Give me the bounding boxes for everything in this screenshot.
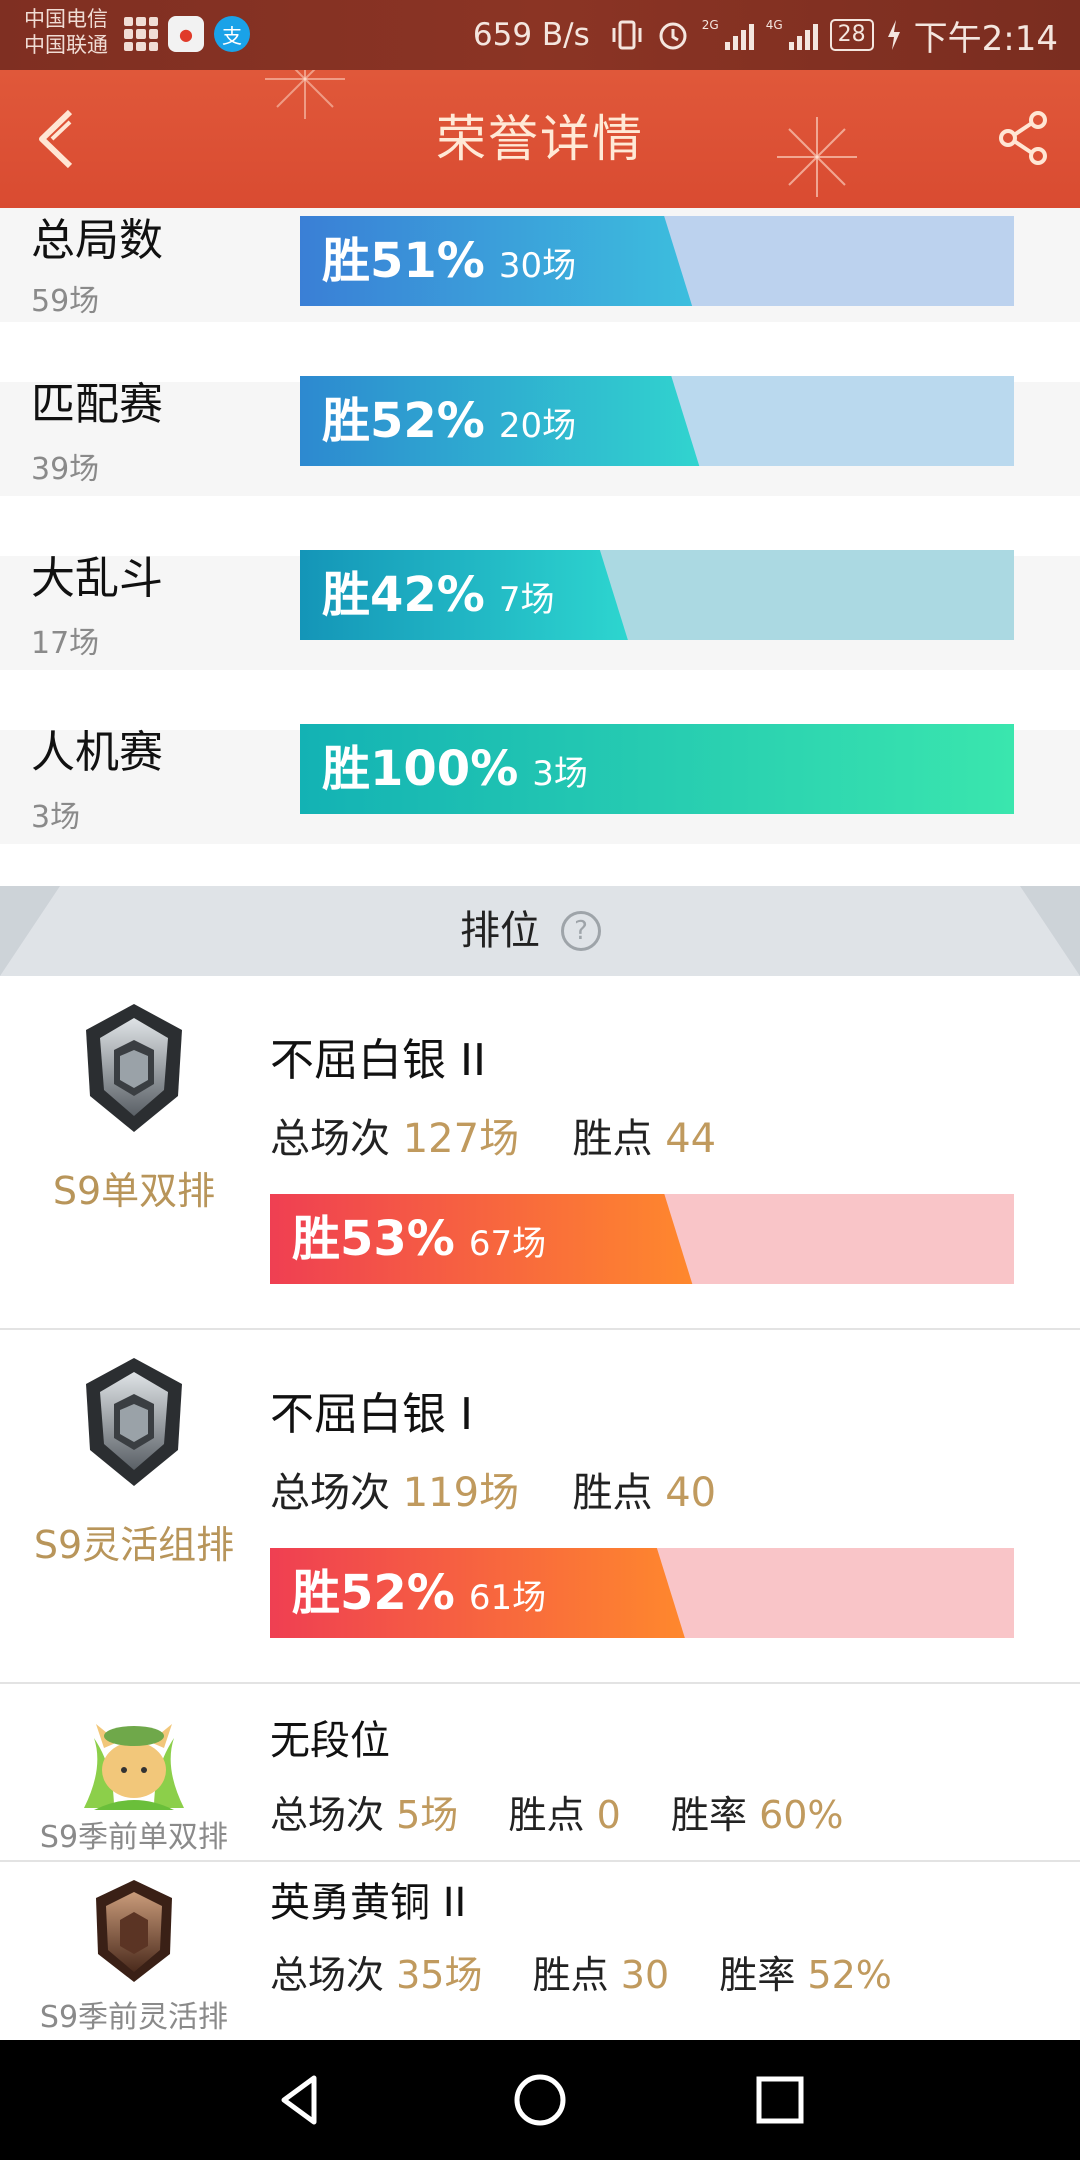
net-speed: 659 B/s xyxy=(472,17,590,53)
status-bar: 中国电信 中国联通 ● 支 659 B/s 2G 4G 28 下午2:14 xyxy=(0,0,1080,70)
rank-stats-line: 总场次 119场 胜点 40 xyxy=(270,1470,717,1516)
stat-row: 匹配赛 39场 胜52% 20场 xyxy=(0,376,1080,496)
network-type-1: 2G xyxy=(701,18,719,32)
rank-block-preseason-solo[interactable]: S9季前单双排 无段位 总场次 5场 胜点 0 胜率 60% xyxy=(0,1684,1080,1862)
rank-block-flex[interactable]: S9灵活组排 不屈白银 I 总场次 119场 胜点 40 胜52% 61场 xyxy=(0,1330,1080,1684)
network-type-2: 4G xyxy=(765,18,783,32)
mode-label: 大乱斗 xyxy=(31,553,163,604)
app-notification-icon: ● xyxy=(168,16,204,52)
home-circle-icon[interactable] xyxy=(510,2070,570,2130)
rank-stats-line: 总场次 35场 胜点 30 胜率 52% xyxy=(270,1953,892,1997)
signal-icon xyxy=(788,20,818,50)
ranked-section-header: 排位 ? xyxy=(0,886,1080,976)
help-icon[interactable]: ? xyxy=(561,911,601,951)
stat-row: 总局数 59场 胜51% 30场 xyxy=(0,208,1080,322)
rank-stats-line: 总场次 127场 胜点 44 xyxy=(270,1116,717,1162)
alarm-icon xyxy=(659,22,687,50)
silver-rank-emblem-icon xyxy=(86,1004,182,1132)
charging-icon xyxy=(887,20,900,50)
signal-icon xyxy=(724,20,754,50)
rank-block-preseason-flex[interactable]: S9季前灵活排 英勇黄铜 II 总场次 35场 胜点 30 胜率 52% xyxy=(0,1862,1080,2040)
win-rate: 52% xyxy=(807,1953,892,1997)
games-count: 3场 xyxy=(31,800,81,835)
recents-square-icon[interactable] xyxy=(750,2070,810,2130)
win-count: 7场 xyxy=(498,580,555,620)
win-percent: 胜100% xyxy=(322,741,519,797)
status-indicators: 659 B/s 2G 4G 28 下午2:14 xyxy=(473,0,1058,70)
season-label: S9季前灵活排 xyxy=(39,2000,229,2035)
win-points: 0 xyxy=(596,1793,621,1837)
stat-row: 人机赛 3场 胜100% 3场 xyxy=(0,724,1080,844)
win-points: 40 xyxy=(665,1470,717,1516)
total-games: 119场 xyxy=(402,1470,520,1516)
back-triangle-icon[interactable] xyxy=(270,2070,330,2130)
win-count: 67场 xyxy=(468,1224,547,1264)
mode-label: 总局数 xyxy=(31,215,163,266)
win-count: 3场 xyxy=(532,754,588,794)
total-games: 35场 xyxy=(396,1953,483,1997)
win-rate: 60% xyxy=(759,1793,844,1837)
win-percent: 胜52% xyxy=(322,393,485,449)
clock: 下午2:14 xyxy=(913,18,1058,59)
mode-label: 人机赛 xyxy=(31,727,163,778)
system-nav-bar xyxy=(0,2040,1080,2160)
win-count: 30场 xyxy=(498,246,577,286)
win-rate-bar: 胜52% 61场 xyxy=(270,1548,1014,1638)
win-percent: 胜52% xyxy=(292,1565,455,1621)
win-rate-bar: 胜100% 3场 xyxy=(300,724,1014,814)
win-rate-bar: 胜42% 7场 xyxy=(300,550,1014,640)
win-points: 30 xyxy=(620,1953,670,1997)
notification-icons: ● 支 xyxy=(124,16,250,52)
stat-row: 大乱斗 17场 胜42% 7场 xyxy=(0,550,1080,670)
win-percent: 胜51% xyxy=(322,233,485,289)
win-rate-bar: 胜53% 67场 xyxy=(270,1194,1014,1284)
win-rate-bar: 胜52% 20场 xyxy=(300,376,1014,466)
page-title: 荣誉详情 xyxy=(436,110,644,168)
win-rate-bar: 胜51% 30场 xyxy=(300,216,1014,306)
games-count: 17场 xyxy=(31,626,100,661)
app-grid-icon xyxy=(124,17,158,51)
win-count: 20场 xyxy=(498,406,577,446)
win-count: 61场 xyxy=(468,1578,547,1618)
rank-name: 英勇黄铜 II xyxy=(270,1880,467,1926)
win-percent: 胜53% xyxy=(292,1211,455,1267)
season-label: S9季前单双排 xyxy=(39,1820,229,1855)
season-label: S9单双排 xyxy=(52,1169,216,1213)
rank-name: 不屈白银 I xyxy=(270,1389,473,1440)
carrier-2: 中国联通 xyxy=(24,33,108,57)
rank-block-solo[interactable]: S9单双排 不屈白银 II 总场次 127场 胜点 44 胜53% 67场 xyxy=(0,976,1080,1330)
carrier-info: 中国电信 中国联通 xyxy=(24,6,108,58)
carrier-1: 中国电信 xyxy=(24,7,108,31)
rank-stats-line: 总场次 5场 胜点 0 胜率 60% xyxy=(270,1793,844,1837)
silver-rank-emblem-icon xyxy=(86,1358,182,1486)
bronze-rank-emblem-icon xyxy=(96,1880,172,1982)
rank-name: 不屈白银 II xyxy=(270,1035,486,1086)
rank-name: 无段位 xyxy=(270,1718,390,1764)
vibrate-icon xyxy=(612,20,642,50)
app-header: 荣誉详情 xyxy=(0,70,1080,208)
games-count: 39场 xyxy=(31,452,100,487)
total-games: 5场 xyxy=(396,1793,459,1837)
win-percent: 胜42% xyxy=(322,567,485,623)
games-count: 59场 xyxy=(31,284,100,319)
share-button[interactable] xyxy=(996,110,1052,166)
season-label: S9灵活组排 xyxy=(33,1523,235,1567)
total-games: 127场 xyxy=(402,1116,520,1162)
mode-label: 匹配赛 xyxy=(31,379,163,430)
alipay-icon: 支 xyxy=(214,16,250,52)
battery-icon: 28 xyxy=(829,19,874,51)
win-points: 44 xyxy=(665,1116,717,1162)
section-title: 排位 xyxy=(460,908,540,954)
unranked-teemo-icon xyxy=(84,1724,184,1810)
